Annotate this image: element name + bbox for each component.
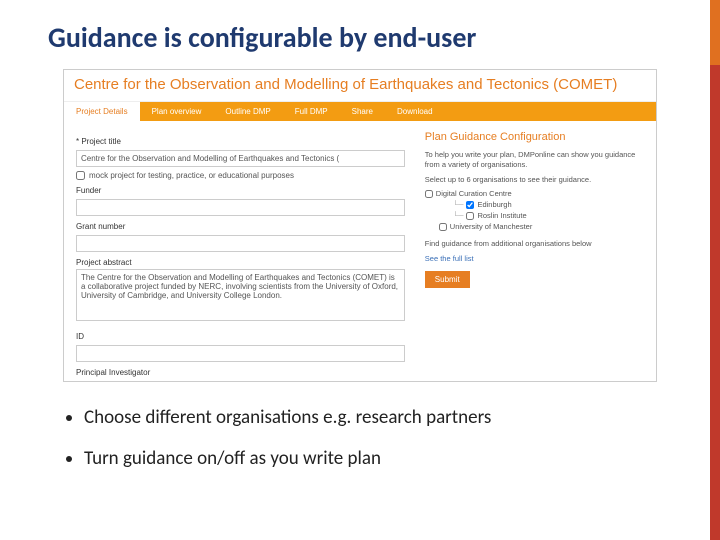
tab-download[interactable]: Download	[385, 102, 445, 121]
tab-plan-overview[interactable]: Plan overview	[140, 102, 214, 121]
org-edinburgh-checkbox[interactable]	[466, 201, 474, 209]
tab-outline-dmp[interactable]: Outline DMP	[213, 102, 282, 121]
tree-line-icon: └─	[453, 211, 464, 220]
id-input[interactable]	[76, 345, 405, 362]
bullet-item: Choose different organisations e.g. rese…	[84, 406, 720, 429]
tab-full-dmp[interactable]: Full DMP	[283, 102, 340, 121]
accent-bar	[710, 0, 720, 540]
tab-share[interactable]: Share	[340, 102, 385, 121]
tab-bar: Project Details Plan overview Outline DM…	[64, 102, 656, 121]
app-header: Centre for the Observation and Modelling…	[64, 70, 656, 102]
project-title-label: Project title	[76, 137, 405, 146]
mock-project-checkbox[interactable]	[76, 171, 85, 180]
full-list-link[interactable]: See the full list	[425, 254, 644, 263]
org-dcc-label: Digital Curation Centre	[436, 189, 512, 198]
org-roslin-checkbox[interactable]	[466, 212, 474, 220]
pi-label: Principal Investigator	[76, 368, 405, 377]
org-dcc-checkbox[interactable]	[425, 190, 433, 198]
guidance-find-more: Find guidance from additional organisati…	[425, 239, 644, 250]
abstract-input[interactable]: The Centre for the Observation and Model…	[76, 269, 405, 321]
slide-bullets: Choose different organisations e.g. rese…	[0, 382, 720, 470]
org-manchester-checkbox[interactable]	[439, 223, 447, 231]
grant-input[interactable]	[76, 235, 405, 252]
submit-button[interactable]: Submit	[425, 271, 470, 288]
org-tree: Digital Curation Centre └─ Edinburgh └─ Ro…	[425, 189, 644, 231]
project-title-input[interactable]	[76, 150, 405, 167]
guidance-title: Plan Guidance Configuration	[425, 131, 644, 144]
guidance-intro: To help you write your plan, DMPonline c…	[425, 150, 644, 171]
tree-line-icon: └─	[453, 200, 464, 209]
tab-project-details[interactable]: Project Details	[64, 102, 140, 121]
app-screenshot: Centre for the Observation and Modelling…	[63, 69, 657, 382]
slide-title: Guidance is configurable by end-user	[0, 0, 720, 69]
org-roslin-label: Roslin Institute	[477, 211, 526, 220]
org-manchester-label: University of Manchester	[450, 222, 533, 231]
org-edinburgh-label: Edinburgh	[477, 200, 511, 209]
funder-label: Funder	[76, 186, 405, 195]
grant-label: Grant number	[76, 222, 405, 231]
mock-project-label: mock project for testing, practice, or e…	[89, 171, 294, 180]
bullet-item: Turn guidance on/off as you write plan	[84, 447, 720, 470]
guidance-panel: Plan Guidance Configuration To help you …	[425, 131, 644, 379]
form-panel: Project title mock project for testing, …	[76, 131, 405, 379]
guidance-select-hint: Select up to 6 organisations to see thei…	[425, 175, 644, 186]
funder-input[interactable]	[76, 199, 405, 216]
abstract-label: Project abstract	[76, 258, 405, 267]
id-label: ID	[76, 332, 405, 341]
